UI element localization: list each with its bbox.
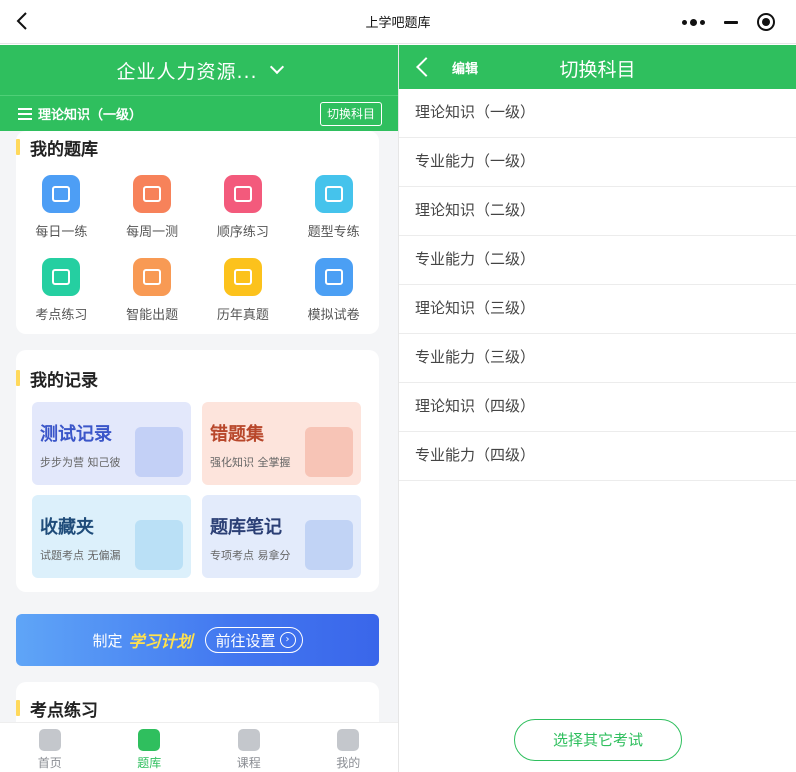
list-icon <box>18 107 32 120</box>
item-glyph-icon <box>52 269 71 285</box>
tab-icon <box>38 729 61 751</box>
item-glyph-icon <box>233 269 252 285</box>
records-grid: 测试记录 步步为营 知己彼 错题集 强化知识 全掌握 收藏夹 试题考点 无偏漏 题库笔记 专项… <box>32 402 362 578</box>
go-settings-button[interactable]: 前往设置 › <box>204 627 303 653</box>
record-illustration-icon <box>135 427 183 477</box>
tab-icon <box>138 729 161 751</box>
question-bank-item-icon <box>42 175 81 213</box>
question-bank-card: 我的题库 每日一练 每周一测 顺序练习 题型专练考点练习 智能出题 历年真题 模拟试卷 <box>16 131 379 334</box>
tab-item[interactable]: 我的 <box>299 723 399 772</box>
subject-list-item[interactable]: 理论知识（二级） <box>399 187 796 236</box>
record-tile[interactable]: 测试记录 步步为营 知己彼 <box>32 402 191 485</box>
item-glyph-icon <box>324 269 343 285</box>
tab-item[interactable]: 题库 <box>100 723 200 772</box>
question-bank-item-label: 每周一测 <box>126 225 179 240</box>
tab-icon <box>237 729 260 751</box>
record-tile[interactable]: 收藏夹 试题考点 无偏漏 <box>32 495 191 578</box>
current-subject: 理论知识（一级） <box>38 108 143 123</box>
subject-list-item[interactable]: 专业能力（四级） <box>399 432 796 481</box>
question-bank-item-label: 智能出题 <box>126 308 179 323</box>
question-bank-item-icon <box>133 258 172 296</box>
question-bank-grid: 每日一练 每周一测 顺序练习 题型专练考点练习 智能出题 历年真题 模拟试卷 <box>16 175 379 323</box>
subject-list-item[interactable]: 理论知识（四级） <box>399 383 796 432</box>
question-bank-item-icon <box>314 258 353 296</box>
records-title: 我的记录 <box>16 366 98 391</box>
item-glyph-icon <box>143 186 162 202</box>
question-bank-item-label: 每日一练 <box>35 225 88 240</box>
subject-list-item[interactable]: 专业能力（一级） <box>399 138 796 187</box>
question-bank-item-label: 考点练习 <box>35 308 88 323</box>
question-bank-title: 我的题库 <box>16 135 98 160</box>
choose-other-exam-button[interactable]: 选择其它考试 <box>514 719 682 761</box>
chevron-down-icon <box>269 59 284 75</box>
question-bank-item[interactable]: 题型专练 <box>288 175 379 240</box>
tab-label: 课程 <box>236 756 261 770</box>
question-bank-item[interactable]: 考点练习 <box>16 258 107 323</box>
tab-icon <box>337 729 360 751</box>
question-bank-item-label: 历年真题 <box>216 308 269 323</box>
question-bank-item-icon <box>223 175 262 213</box>
switch-subject-header: 编辑 切换科目 <box>399 45 796 89</box>
item-glyph-icon <box>52 186 71 202</box>
question-bank-item-label: 题型专练 <box>307 225 360 240</box>
question-bank-item[interactable]: 每周一测 <box>107 175 198 240</box>
subject-list-item[interactable]: 专业能力（三级） <box>399 334 796 383</box>
subject-bar: 理论知识（一级） 切换科目 <box>0 95 398 131</box>
record-tile[interactable]: 题库笔记 专项考点 易拿分 <box>202 495 361 578</box>
switch-subject-title: 切换科目 <box>559 59 636 81</box>
item-glyph-icon <box>233 186 252 202</box>
question-bank-item-label: 顺序练习 <box>216 225 269 240</box>
switch-subject-button[interactable]: 切换科目 <box>319 102 382 126</box>
tab-bar: 首页 题库 课程 我的 <box>0 722 398 772</box>
banner-prefix: 制定 <box>92 631 123 650</box>
question-bank-item-icon <box>42 258 81 296</box>
question-bank-item-icon <box>223 258 262 296</box>
tab-item[interactable]: 课程 <box>199 723 299 772</box>
records-card: 我的记录 测试记录 步步为营 知己彼 错题集 强化知识 全掌握 收藏夹 试题考点 无偏漏题… <box>16 350 379 592</box>
subject-list-item[interactable]: 专业能力（二级） <box>399 236 796 285</box>
question-bank-item[interactable]: 每日一练 <box>16 175 107 240</box>
study-plan-banner[interactable]: 制定 学习计划 前往设置 › <box>16 614 379 666</box>
capsule-menu <box>672 6 784 38</box>
tab-item[interactable]: 首页 <box>0 723 100 772</box>
question-bank-item-icon <box>133 175 172 213</box>
question-bank-item-icon <box>314 175 353 213</box>
more-icon[interactable] <box>681 18 705 26</box>
question-bank-item[interactable]: 智能出题 <box>107 258 198 323</box>
go-settings-label: 前往设置 <box>215 631 276 650</box>
tab-label: 题库 <box>137 756 162 770</box>
tab-label: 首页 <box>37 756 62 770</box>
left-panel: 企业人力资源... 理论知识（一级） 切换科目 我的题库 每日一练 每周一测 顺序练… <box>0 45 398 772</box>
tab-label: 我的 <box>336 756 361 770</box>
question-bank-item[interactable]: 模拟试卷 <box>288 258 379 323</box>
record-illustration-icon <box>305 427 353 477</box>
record-tile[interactable]: 错题集 强化知识 全掌握 <box>202 402 361 485</box>
record-illustration-icon <box>135 520 183 570</box>
points-title: 考点练习 <box>16 696 98 721</box>
subject-list: 理论知识（一级） 专业能力（一级） 理论知识（二级） 专业能力（二级） 理论知识（三级）… <box>399 89 796 481</box>
question-bank-item[interactable]: 历年真题 <box>198 258 289 323</box>
banner-highlight: 学习计划 <box>128 632 193 651</box>
question-bank-item[interactable]: 顺序练习 <box>198 175 289 240</box>
record-illustration-icon <box>305 520 353 570</box>
close-target-icon[interactable] <box>756 13 775 31</box>
arrow-right-icon: › <box>279 632 296 648</box>
item-glyph-icon <box>143 269 162 285</box>
question-bank-item-label: 模拟试卷 <box>307 308 360 323</box>
mini-program-nav-bar: 上学吧题库 <box>0 0 796 44</box>
switch-subject-panel: 编辑 切换科目 理论知识（一级） 专业能力（一级） 理论知识（二级） 专业能力（二级）… <box>399 45 796 772</box>
exam-selector[interactable]: 企业人力资源... <box>0 45 398 95</box>
minimize-icon[interactable] <box>723 20 738 24</box>
exam-name: 企业人力资源... <box>116 60 258 83</box>
subject-list-item[interactable]: 理论知识（一级） <box>399 89 796 138</box>
subject-list-item[interactable]: 理论知识（三级） <box>399 285 796 334</box>
item-glyph-icon <box>324 186 343 202</box>
